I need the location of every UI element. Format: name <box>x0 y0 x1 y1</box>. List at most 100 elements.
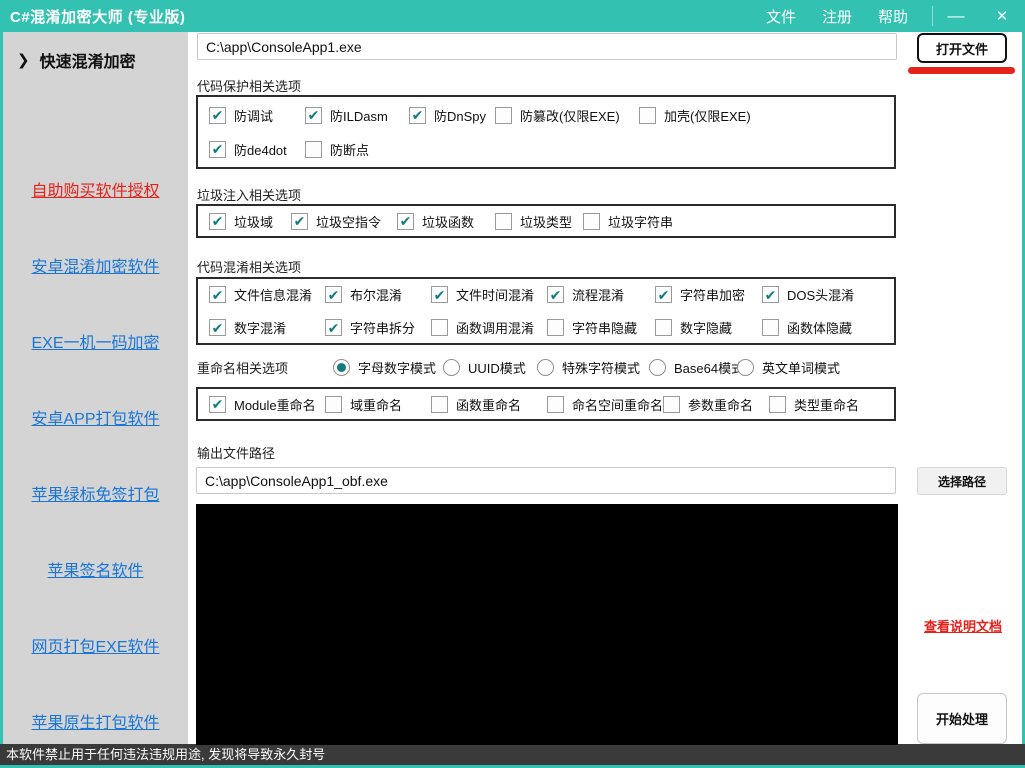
checkbox-label: 参数重命名 <box>688 397 754 413</box>
checkbox-option[interactable]: 函数重命名 <box>431 395 547 414</box>
checkbox-option[interactable]: 防ILDasm <box>305 106 409 125</box>
checkbox-option[interactable]: 类型重命名 <box>769 395 859 414</box>
sidebar-header: ❯ 快速混淆加密 <box>3 32 136 72</box>
checkbox-label: 防调试 <box>234 108 274 124</box>
menu-bar: 文件 注册 帮助 <box>766 6 908 27</box>
checkbox-option[interactable]: 防断点 <box>305 140 409 159</box>
checkbox-icon <box>409 106 426 124</box>
checkbox-label: Module重命名 <box>234 397 316 413</box>
radio-label: UUID模式 <box>468 360 526 376</box>
checkbox-label: 字符串加密 <box>680 288 746 303</box>
radio-icon <box>737 358 754 376</box>
checkbox-row: 文件信息混淆 布尔混淆 文件时间混淆 流程混淆 字符串加密 DOS头混淆 <box>209 285 883 304</box>
checkbox-option[interactable]: 文件信息混淆 <box>209 285 325 304</box>
checkbox-option[interactable]: DOS头混淆 <box>762 285 854 304</box>
checkbox-option[interactable]: 垃圾字符串 <box>583 212 673 231</box>
checkbox-option[interactable]: 数字隐藏 <box>655 318 762 337</box>
output-file-path-input[interactable] <box>196 467 896 494</box>
checkbox-icon <box>209 212 226 230</box>
checkbox-label: 命名空间重命名 <box>572 397 664 413</box>
checkbox-icon <box>325 395 342 413</box>
source-file-path-input[interactable] <box>197 33 897 60</box>
sidebar-link[interactable]: 苹果签名软件 <box>47 557 143 581</box>
checkbox-option[interactable]: 垃圾空指令 <box>291 212 397 231</box>
checkbox-icon <box>431 395 448 413</box>
checkbox-option[interactable]: 域重命名 <box>325 395 431 414</box>
checkbox-option[interactable]: 字符串加密 <box>655 285 762 304</box>
checkbox-label: 函数调用混淆 <box>456 321 535 336</box>
radio-label: Base64模式 <box>674 360 745 376</box>
checkbox-option[interactable]: 垃圾域 <box>209 212 291 231</box>
checkbox-label: 垃圾域 <box>234 214 274 230</box>
radio-option[interactable]: UUID模式 <box>443 358 537 377</box>
checkbox-option[interactable]: 数字混淆 <box>209 318 325 337</box>
menu-item[interactable]: 文件 <box>766 6 796 27</box>
checkbox-option[interactable]: 垃圾类型 <box>495 212 583 231</box>
checkbox-icon <box>583 212 600 230</box>
radio-option[interactable]: 英文单词模式 <box>737 358 840 377</box>
checkbox-label: 垃圾空指令 <box>316 214 382 230</box>
radio-option[interactable]: Base64模式 <box>649 358 744 377</box>
checkbox-label: 垃圾函数 <box>422 214 475 230</box>
checkbox-option[interactable]: 文件时间混淆 <box>431 285 547 304</box>
choose-path-button[interactable]: 选择路径 <box>917 467 1007 495</box>
checkbox-option[interactable]: 防篡改(仅限EXE) <box>495 106 639 125</box>
checkbox-icon <box>431 286 448 303</box>
checkbox-icon <box>209 319 226 336</box>
checkbox-icon <box>762 286 779 303</box>
sidebar-link[interactable]: 苹果原生打包软件 <box>31 709 159 733</box>
radio-option[interactable]: 特殊字符模式 <box>537 358 649 377</box>
checkbox-option[interactable]: 防调试 <box>209 106 305 125</box>
close-button[interactable]: ✕ <box>979 7 1025 25</box>
checkbox-icon <box>547 319 564 336</box>
checkbox-icon <box>209 286 226 303</box>
checkbox-label: 函数体隐藏 <box>787 321 853 336</box>
view-documentation-link[interactable]: 查看说明文档 <box>917 616 1009 635</box>
menu-item[interactable]: 注册 <box>822 6 852 27</box>
checkbox-option[interactable]: 参数重命名 <box>663 395 769 414</box>
checkbox-label: 防DnSpy <box>434 108 487 124</box>
checkbox-label: 字符串拆分 <box>350 321 416 336</box>
checkbox-icon <box>291 212 308 230</box>
sidebar-link[interactable]: 苹果绿标免签打包 <box>31 481 159 505</box>
checkbox-label: 防篡改(仅限EXE) <box>520 108 620 124</box>
minimize-button[interactable]: — <box>933 6 979 26</box>
radio-option[interactable]: 字母数字模式 <box>333 358 443 377</box>
checkbox-icon <box>547 286 564 303</box>
checkbox-option[interactable]: 字符串隐藏 <box>547 318 655 337</box>
checkbox-label: 数字混淆 <box>234 321 287 336</box>
checkbox-option[interactable]: 加壳(仅限EXE) <box>639 106 751 125</box>
menu-item[interactable]: 帮助 <box>878 6 908 27</box>
checkbox-option[interactable]: 函数体隐藏 <box>762 318 852 337</box>
start-processing-button[interactable]: 开始处理 <box>917 693 1007 744</box>
section-label-output-path: 输出文件路径 <box>197 446 276 461</box>
sidebar-link[interactable]: 自助购买软件授权 <box>31 177 159 201</box>
sidebar-link[interactable]: EXE一机一码加密 <box>31 329 159 353</box>
checkbox-label: 垃圾类型 <box>520 214 573 230</box>
checkbox-icon <box>547 395 564 413</box>
checkbox-row: 数字混淆 字符串拆分 函数调用混淆 字符串隐藏 数字隐藏 函数体隐藏 <box>209 318 883 337</box>
checkbox-option[interactable]: Module重命名 <box>209 395 325 414</box>
sidebar-link[interactable]: 安卓APP打包软件 <box>31 405 159 429</box>
checkbox-option[interactable]: 防DnSpy <box>409 106 495 125</box>
chevron-right-icon: ❯ <box>17 52 30 69</box>
sidebar-link[interactable]: 网页打包EXE软件 <box>31 633 159 657</box>
checkbox-label: 文件时间混淆 <box>456 288 535 303</box>
checkbox-option[interactable]: 布尔混淆 <box>325 285 431 304</box>
checkbox-option[interactable]: 流程混淆 <box>547 285 655 304</box>
garbage-injection-groupbox: 垃圾域 垃圾空指令 垃圾函数 垃圾类型 垃圾字符串 <box>196 204 896 238</box>
checkbox-option[interactable]: 防de4dot <box>209 140 305 159</box>
checkbox-label: 函数重命名 <box>456 397 522 413</box>
sidebar: ❯ 快速混淆加密 自助购买软件授权 安卓混淆加密软件 EXE一机一码加密 安卓APP打… <box>3 32 188 744</box>
checkbox-option[interactable]: 字符串拆分 <box>325 318 431 337</box>
radio-label: 英文单词模式 <box>762 360 841 376</box>
checkbox-option[interactable]: 函数调用混淆 <box>431 318 547 337</box>
code-obfuscation-groupbox: 文件信息混淆 布尔混淆 文件时间混淆 流程混淆 字符串加密 DOS头混淆 数字混… <box>196 277 896 345</box>
checkbox-option[interactable]: 命名空间重命名 <box>547 395 663 414</box>
open-file-button[interactable]: 打开文件 <box>917 33 1007 63</box>
checkbox-label: DOS头混淆 <box>787 288 855 303</box>
checkbox-option[interactable]: 垃圾函数 <box>397 212 495 231</box>
window-title: C#混淆加密大师 (专业版) <box>10 8 186 26</box>
app-window: C#混淆加密大师 (专业版) 文件 注册 帮助 — ✕ ❯ 快速混淆加密 自助购买软… <box>0 0 1025 768</box>
sidebar-link[interactable]: 安卓混淆加密软件 <box>31 253 159 277</box>
